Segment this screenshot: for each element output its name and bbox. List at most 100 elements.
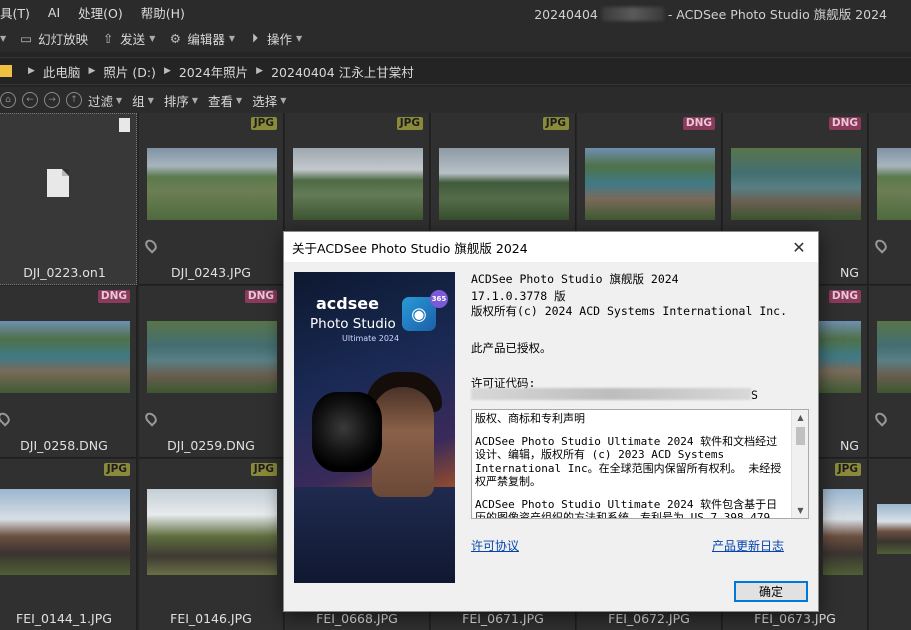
- thumbnail-cell[interactable]: [869, 286, 911, 458]
- folder-icon: [0, 65, 12, 77]
- about-dialog: 关于ACDSee Photo Studio 旗舰版 2024 ✕ acdsee …: [283, 231, 819, 612]
- dialog-title: 关于ACDSee Photo Studio 旗舰版 2024: [292, 240, 528, 256]
- location-pin-icon: [872, 410, 890, 427]
- scroll-up-icon[interactable]: ▲: [792, 410, 808, 425]
- toolbar: ▼ ▭ 幻灯放映 ⇧ 发送 ▼ ⚙ 编辑器 ▼ ⏵ 操作 ▼: [0, 24, 911, 52]
- photographer-body: [294, 487, 455, 583]
- splash-image: acdsee Photo Studio Ultimate 2024 ◉ 365: [294, 272, 455, 583]
- actions-button[interactable]: ⏵ 操作 ▼: [247, 29, 302, 48]
- view-menu[interactable]: 查看 ▼: [208, 91, 242, 110]
- ok-button[interactable]: 确定: [734, 581, 808, 602]
- scroll-thumb[interactable]: [796, 427, 805, 445]
- menu-tools[interactable]: 具(T): [0, 3, 39, 22]
- version-text: 17.1.0.3778 版: [471, 289, 566, 303]
- scrollbar[interactable]: ▲ ▼: [791, 410, 808, 518]
- slideshow-button[interactable]: ▭ 幻灯放映: [18, 29, 88, 48]
- toolbar-dropdown[interactable]: ▼: [0, 34, 6, 43]
- thumbnail-image: [147, 321, 277, 393]
- breadcrumb-label: 照片 (D:): [103, 64, 156, 80]
- thumbnail-cell[interactable]: [869, 459, 911, 630]
- menu-help[interactable]: 帮助(H): [132, 3, 194, 22]
- breadcrumb-label: 2024年照片: [178, 64, 249, 80]
- license-paragraph: ACDSee Photo Studio Ultimate 2024 软件包含基于…: [475, 497, 782, 519]
- up-icon[interactable]: ↑: [66, 92, 82, 108]
- chevron-down-icon: ▼: [147, 95, 154, 105]
- thumbnail-cell[interactable]: JPG DJI_0243.JPG: [139, 113, 284, 285]
- breadcrumb-item[interactable]: ▶ 2024年照片: [156, 62, 248, 81]
- thumbnail-cell[interactable]: DJI_0223.on1: [0, 113, 137, 285]
- file-name: DJI_0223.on1: [23, 265, 106, 280]
- back-icon[interactable]: ←: [22, 92, 38, 108]
- thumbnail-image: [877, 504, 911, 554]
- close-icon[interactable]: ✕: [790, 238, 808, 257]
- menu-ai[interactable]: AI: [39, 5, 69, 20]
- window-title-suffix: - ACDSee Photo Studio 旗舰版 2024: [667, 7, 887, 22]
- window-title-prefix: 20240404: [534, 7, 598, 22]
- filter-bar: ⌂ ← → ↑ 过滤 ▼ 组 ▼ 排序 ▼ 查看 ▼ 选择 ▼: [0, 87, 911, 113]
- view-label: 查看: [208, 93, 234, 109]
- location-pin-icon: [0, 410, 13, 427]
- format-badge: JPG: [396, 117, 423, 130]
- group-label: 组: [132, 93, 145, 109]
- format-badge: JPG: [834, 463, 861, 476]
- thumbnail-cell[interactable]: JPG FEI_0146.JPG: [139, 459, 284, 630]
- slideshow-icon: ▭: [20, 30, 33, 46]
- filter-menu[interactable]: 过滤 ▼: [88, 91, 122, 110]
- send-button[interactable]: ⇧ 发送 ▼: [100, 29, 155, 48]
- home-icon[interactable]: ⌂: [0, 92, 16, 108]
- sort-menu[interactable]: 排序 ▼: [164, 91, 198, 110]
- file-name: DJI_0243.JPG: [171, 265, 251, 280]
- splash-edition: Ultimate 2024: [342, 334, 400, 343]
- license-agreement-link[interactable]: 许可协议: [471, 537, 519, 554]
- editor-label: 编辑器: [187, 31, 225, 47]
- chevron-right-icon: ▶: [256, 66, 264, 76]
- chevron-down-icon: ▼: [0, 33, 7, 43]
- dialog-title-bar: 关于ACDSee Photo Studio 旗舰版 2024: [284, 232, 818, 262]
- file-name: DJI_0258.DNG: [20, 438, 108, 453]
- breadcrumb-item[interactable]: ▶ 照片 (D:): [80, 62, 156, 81]
- format-badge: JPG: [103, 463, 130, 476]
- breadcrumb-item[interactable]: ▶ 20240404 江永上甘棠村: [248, 62, 414, 81]
- chevron-down-icon: ▼: [280, 95, 287, 105]
- editor-button[interactable]: ⚙ 编辑器 ▼: [167, 29, 235, 48]
- chevron-down-icon: ▼: [296, 33, 303, 43]
- select-menu[interactable]: 选择 ▼: [252, 91, 286, 110]
- chevron-down-icon: ▼: [149, 33, 156, 43]
- thumbnail-cell[interactable]: DNG DJI_0259.DNG: [139, 286, 284, 458]
- format-badge: DNG: [828, 290, 861, 303]
- thumbnail-cell[interactable]: JPG FEI_0144_1.JPG: [0, 459, 137, 630]
- license-code-value: S: [471, 388, 758, 402]
- location-pin-icon: [142, 237, 160, 254]
- breadcrumb-item[interactable]: ▶ 此电脑: [20, 62, 80, 81]
- format-badge: DNG: [828, 117, 861, 130]
- chevron-right-icon: ▶: [28, 66, 35, 76]
- thumbnail-cell[interactable]: [869, 113, 911, 285]
- forward-icon[interactable]: →: [44, 92, 60, 108]
- thumbnail-image: [293, 148, 423, 220]
- file-name: FEI_0146.JPG: [170, 611, 252, 626]
- thumbnail-image: [147, 489, 277, 575]
- format-badge: JPG: [542, 117, 569, 130]
- file-icon: [119, 118, 130, 132]
- group-menu[interactable]: 组 ▼: [132, 91, 154, 110]
- changelog-link[interactable]: 产品更新日志: [712, 537, 784, 554]
- format-badge: DNG: [682, 117, 715, 130]
- document-icon: [47, 169, 69, 197]
- gear-icon: ⚙: [169, 30, 181, 46]
- chevron-down-icon: ▼: [228, 33, 236, 43]
- licensed-text: 此产品已授权。: [471, 341, 552, 355]
- splash-brand: acdsee: [316, 294, 379, 313]
- window-title: 20240404 - ACDSee Photo Studio 旗舰版 2024: [534, 4, 887, 23]
- thumbnail-image: [877, 321, 911, 393]
- breadcrumb-label: 此电脑: [42, 64, 81, 80]
- filter-label: 过滤: [88, 93, 114, 109]
- thumbnail-image: [823, 489, 863, 575]
- file-name: FEI_0672.JPG: [608, 611, 690, 626]
- thumbnail-image: [0, 321, 130, 393]
- thumbnail-cell[interactable]: DNG DJI_0258.DNG: [0, 286, 137, 458]
- license-textbox[interactable]: 版权、商标和专利声明 ACDSee Photo Studio Ultimate …: [471, 409, 809, 519]
- scroll-down-icon[interactable]: ▼: [792, 503, 808, 518]
- chevron-right-icon: ▶: [88, 66, 96, 76]
- menu-process[interactable]: 处理(O): [69, 3, 132, 22]
- chevron-down-icon: ▼: [236, 95, 243, 105]
